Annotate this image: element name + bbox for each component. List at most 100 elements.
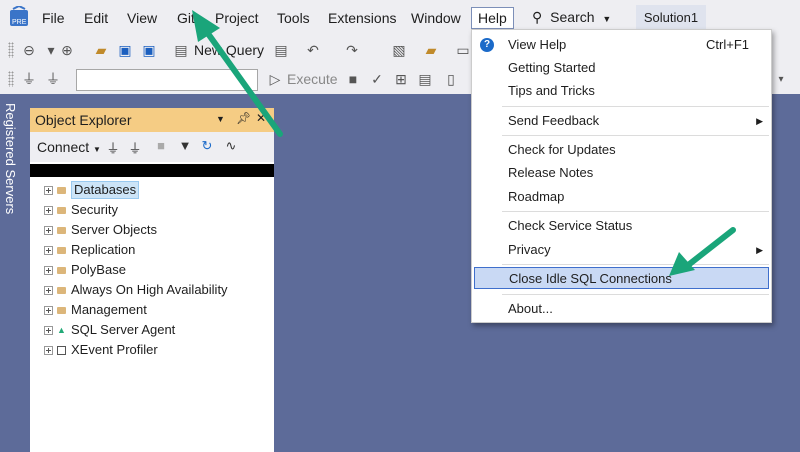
tree-label: XEvent Profiler: [71, 342, 158, 357]
menu-separator: [502, 106, 769, 107]
disconnect-icon[interactable]: ⏚: [128, 138, 142, 156]
menu-edit[interactable]: Edit: [82, 8, 110, 28]
solution-name: Solution1: [636, 5, 706, 31]
toolbar-icon[interactable]: ▭: [454, 41, 472, 59]
menu-item-roadmap[interactable]: Roadmap: [472, 186, 771, 208]
undo-icon[interactable]: ↶: [304, 41, 322, 59]
object-explorer-panel: Object Explorer ▼ 📌︎ ✕ Connect ▼ ⏚ ⏚ ■ ▼…: [30, 108, 274, 452]
ssms-logo-icon: PRE: [10, 6, 28, 26]
new-query-icon[interactable]: ▤: [172, 41, 190, 59]
menu-item-getting-started[interactable]: Getting Started: [472, 57, 771, 79]
toolbar-grip[interactable]: [8, 71, 14, 87]
filter-icon[interactable]: ▼: [178, 138, 192, 154]
menu-extensions[interactable]: Extensions: [326, 8, 398, 28]
toolbar-overflow-icon[interactable]: ▾: [772, 70, 790, 88]
back-icon[interactable]: ⊖: [20, 41, 38, 59]
tree-label: Replication: [71, 242, 136, 257]
menu-item-label: Tips and Tricks: [508, 83, 595, 98]
tree-label: SQL Server Agent: [71, 322, 176, 337]
registered-servers-tab[interactable]: Registered Servers: [3, 103, 18, 214]
folder-icon: [57, 266, 66, 274]
menu-item-send-feedback[interactable]: Send Feedback ▶: [472, 110, 771, 132]
expand-icon[interactable]: [44, 285, 53, 295]
tree-label: Server Objects: [71, 222, 157, 237]
menu-item-label: View Help: [508, 37, 567, 52]
tree-label: PolyBase: [71, 262, 126, 277]
menu-item-privacy[interactable]: Privacy ▶: [472, 239, 771, 261]
connect-button[interactable]: Connect ▼: [37, 139, 101, 155]
stop-icon[interactable]: ■: [344, 70, 362, 88]
menu-view[interactable]: View: [125, 8, 159, 28]
activity-monitor-icon[interactable]: ∿: [224, 138, 238, 154]
folder-icon: [57, 246, 66, 254]
forward-icon[interactable]: ⊕: [58, 41, 76, 59]
help-menu-dropdown: ? View Help Ctrl+F1 Getting Started Tips…: [471, 29, 772, 323]
options-icon[interactable]: ▯: [442, 70, 460, 88]
query-icon[interactable]: ▤: [272, 41, 290, 59]
menu-window[interactable]: Window: [409, 8, 463, 28]
expand-icon[interactable]: [44, 225, 53, 235]
menu-item-check-updates[interactable]: Check for Updates: [472, 139, 771, 161]
close-icon[interactable]: ✕: [256, 111, 266, 125]
menu-item-check-service-status[interactable]: Check Service Status: [472, 215, 771, 237]
expand-icon[interactable]: [44, 265, 53, 275]
activity-monitor-icon[interactable]: ▧: [390, 41, 408, 59]
xevent-icon: [57, 345, 66, 355]
change-connection-icon[interactable]: ⏚: [44, 70, 62, 88]
redo-icon[interactable]: ↷: [343, 41, 361, 59]
execute-button[interactable]: Execute: [287, 71, 338, 87]
expand-icon[interactable]: [44, 305, 53, 315]
tree-node-databases[interactable]: Databases: [44, 180, 140, 200]
save-icon[interactable]: ▣: [116, 41, 134, 59]
search-box[interactable]: ⚲ Search ▼: [532, 7, 611, 27]
connect-plug-icon[interactable]: ⏚: [20, 70, 38, 88]
menu-tools[interactable]: Tools: [275, 8, 312, 28]
tree-node-server-objects[interactable]: Server Objects: [44, 220, 157, 240]
save-all-icon[interactable]: ▣: [140, 41, 158, 59]
refresh-icon[interactable]: ↻: [200, 138, 214, 154]
menu-separator: [502, 264, 769, 265]
expand-icon[interactable]: [44, 205, 53, 215]
stop-icon[interactable]: ■: [154, 138, 168, 154]
menu-item-label: About...: [508, 301, 553, 316]
pin-icon[interactable]: 📌︎: [236, 111, 251, 125]
menu-help[interactable]: Help: [471, 7, 514, 29]
tree-node-xevent-profiler[interactable]: XEvent Profiler: [44, 340, 158, 360]
tree-node-replication[interactable]: Replication: [44, 240, 135, 260]
expand-icon[interactable]: [44, 185, 53, 195]
database-select[interactable]: [76, 69, 258, 91]
toolbar-grip[interactable]: [8, 42, 14, 58]
menu-item-view-help[interactable]: ? View Help Ctrl+F1: [472, 34, 771, 56]
expand-icon[interactable]: [44, 325, 53, 335]
folder-icon: [57, 286, 66, 294]
connect-plug-icon[interactable]: ⏚: [106, 138, 120, 156]
search-icon: ⚲: [532, 9, 543, 25]
menu-item-label: Getting Started: [508, 60, 596, 75]
menu-separator: [502, 211, 769, 212]
expand-icon[interactable]: [44, 245, 53, 255]
tree-node-polybase[interactable]: PolyBase: [44, 260, 126, 280]
menu-file[interactable]: File: [40, 8, 67, 28]
open-folder-icon[interactable]: ▰: [92, 41, 110, 59]
folder-search-icon[interactable]: ▰: [422, 41, 440, 59]
tree-node-management[interactable]: Management: [44, 300, 147, 320]
menu-item-close-idle-connections[interactable]: Close Idle SQL Connections: [474, 267, 769, 289]
chevron-down-icon[interactable]: ▼: [216, 114, 225, 124]
new-query-button[interactable]: New Query: [194, 42, 264, 58]
connect-label: Connect: [37, 139, 90, 155]
display-plan-icon[interactable]: ⊞: [392, 70, 410, 88]
tree-node-always-on[interactable]: Always On High Availability: [44, 280, 228, 300]
expand-icon[interactable]: [44, 345, 53, 355]
menu-item-release-notes[interactable]: Release Notes: [472, 162, 771, 184]
menu-item-tips-and-tricks[interactable]: Tips and Tricks: [472, 80, 771, 102]
parse-check-icon[interactable]: ✓: [368, 70, 386, 88]
query-designer-icon[interactable]: ▤: [416, 70, 434, 88]
folder-icon: [57, 226, 66, 234]
tree-node-security[interactable]: Security: [44, 200, 118, 220]
menu-project[interactable]: Project: [213, 8, 261, 28]
tree-node-sql-server-agent[interactable]: ▲ SQL Server Agent: [44, 320, 175, 340]
svg-text:PRE: PRE: [12, 19, 27, 26]
execute-icon[interactable]: ▷: [266, 70, 284, 88]
menu-git[interactable]: Git: [175, 8, 197, 28]
menu-item-about[interactable]: About...: [472, 298, 771, 320]
